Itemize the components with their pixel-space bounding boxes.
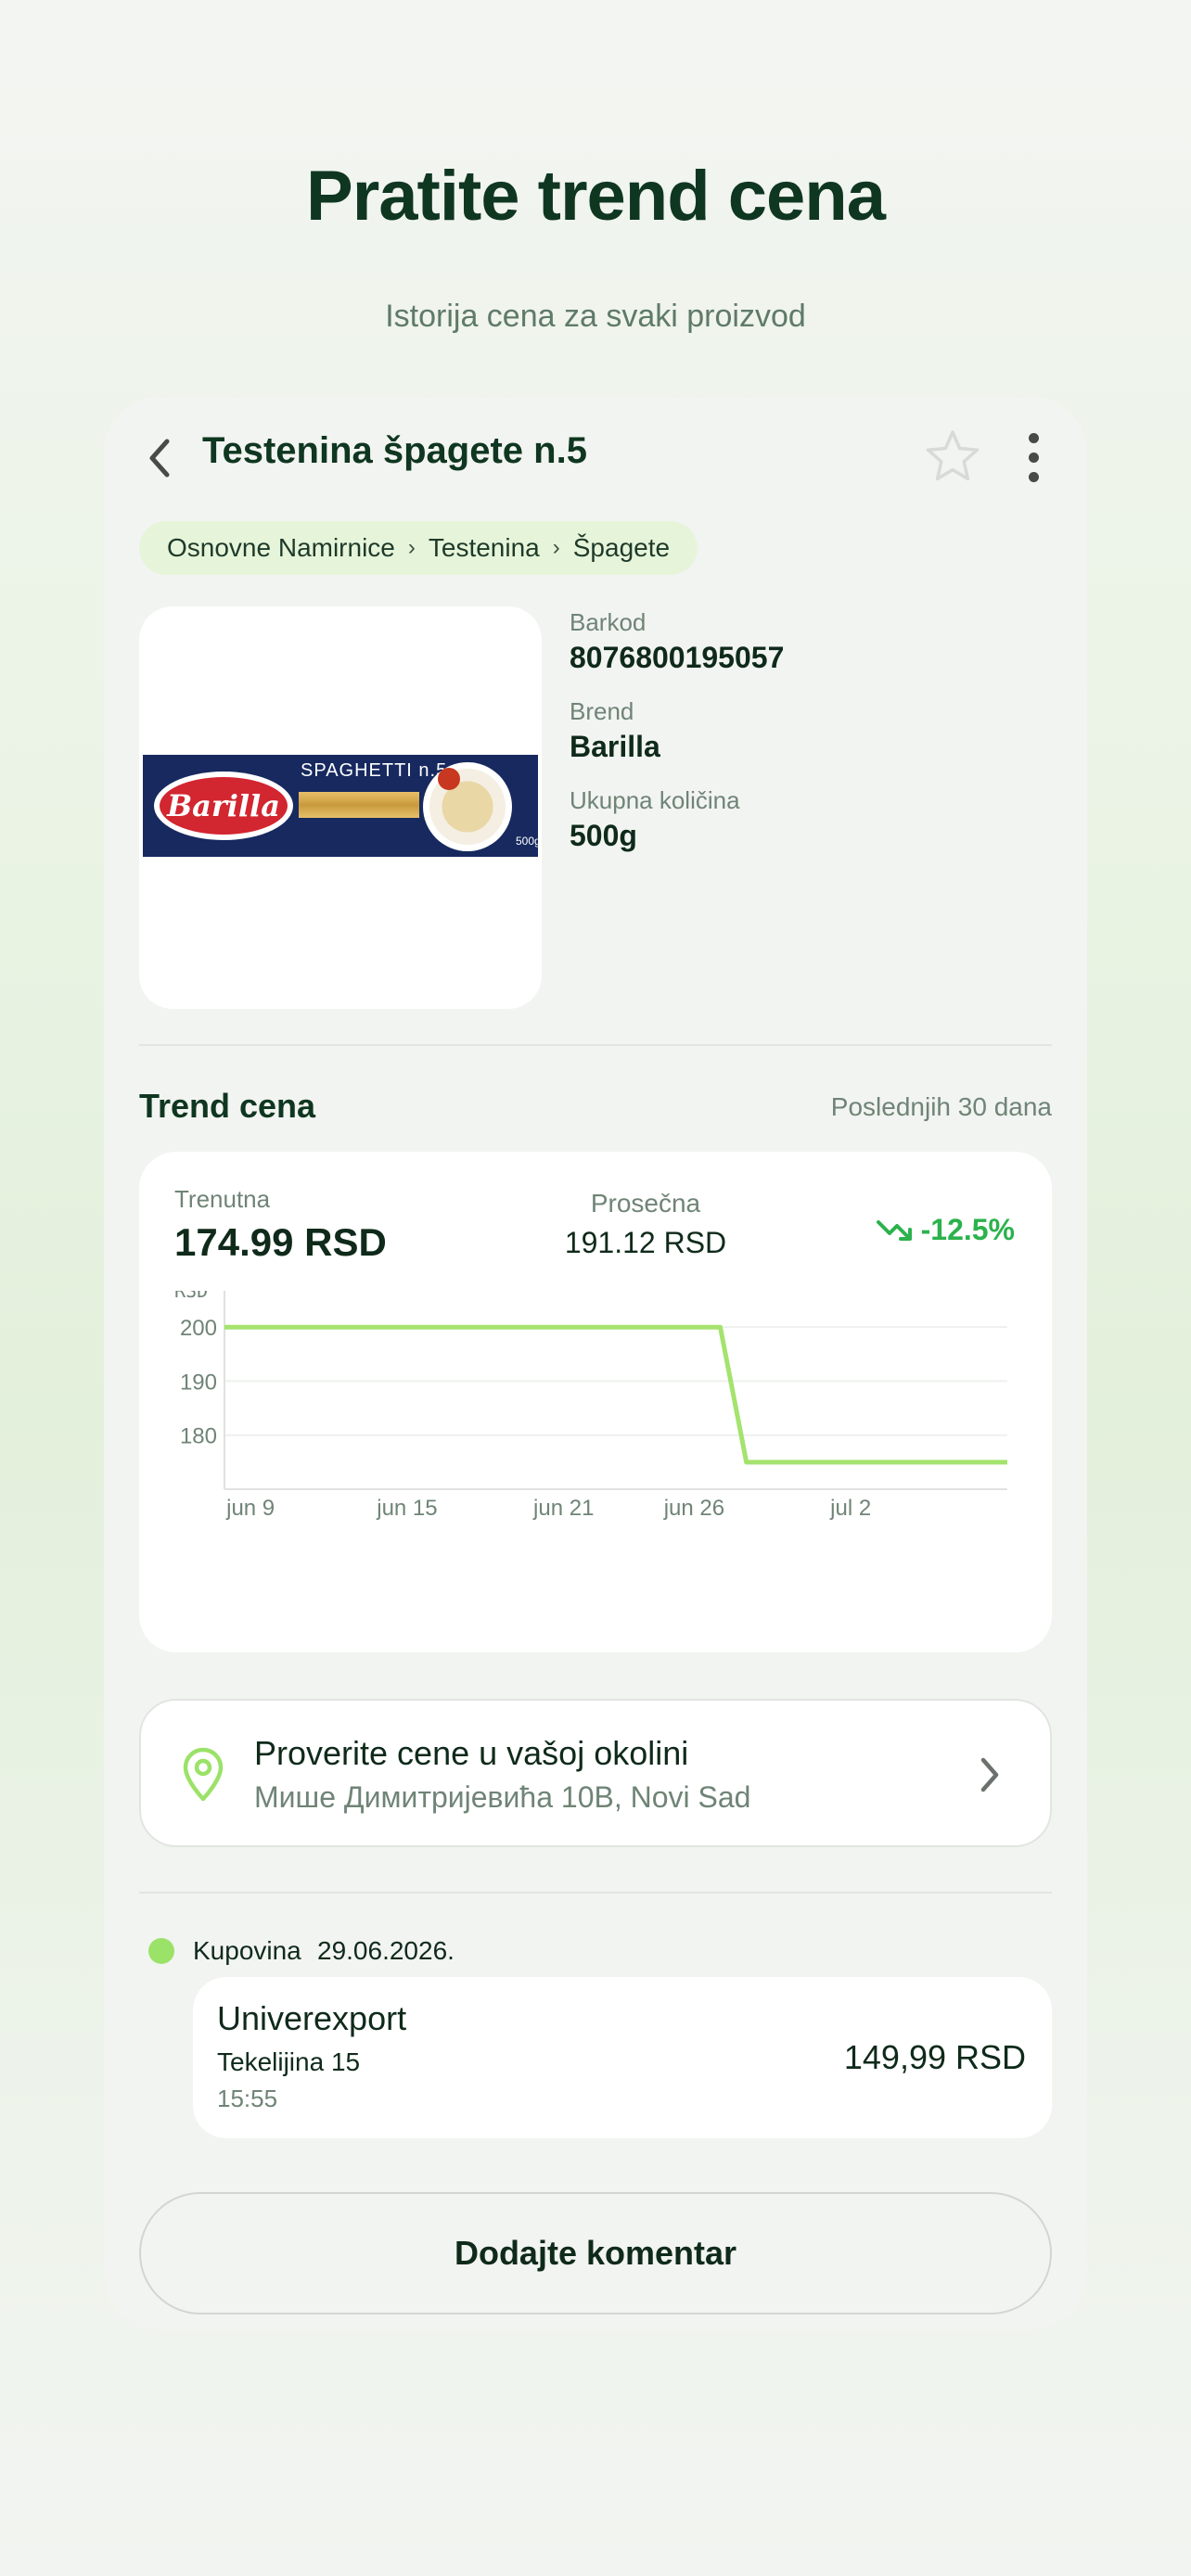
nearby-title: Proverite cene u vašoj okolini	[254, 1734, 689, 1772]
x-tick-label: jul 2	[829, 1496, 871, 1521]
quantity-label: Ukupna količina	[570, 786, 740, 814]
brand-logo: Barilla	[154, 772, 293, 840]
y-axis-label: RSD	[174, 1291, 208, 1302]
breadcrumb: Osnovne Namirnice › Testenina › Špagete	[139, 521, 698, 575]
pasta-plate-image	[423, 762, 512, 851]
price-line-chart: RSD 180 190 200 jun 9 jun 15 jun 21 jun 26 jul 2	[174, 1291, 1007, 1521]
y-tick-label: 180	[180, 1424, 217, 1449]
current-price-value: 174.99 RSD	[174, 1220, 387, 1264]
package-size: 500g	[516, 835, 541, 848]
map-pin-icon	[183, 1747, 224, 1802]
history-type: Kupovina	[193, 1936, 301, 1965]
price-chart-card: Trenutna 174.99 RSD Prosečna 191.12 RSD …	[139, 1152, 1052, 1652]
x-tick-label: jun 9	[225, 1496, 275, 1521]
divider	[139, 1044, 1052, 1046]
product-image[interactable]: Barilla SPAGHETTI n.5 500g	[139, 606, 542, 1009]
hero-title: Pratite trend cena	[306, 157, 886, 236]
store-name: Univerexport	[217, 1999, 407, 2037]
app-screen: Pratite trend cena Istorija cena za svak…	[0, 0, 1191, 2576]
star-icon	[926, 430, 980, 481]
price-change: -12.5%	[876, 1213, 1015, 1247]
more-options-button[interactable]	[1022, 428, 1044, 488]
purchase-price: 149,99 RSD	[843, 2038, 1026, 2076]
chevron-left-icon	[149, 439, 170, 478]
store-address: Tekelijina 15	[217, 2047, 361, 2076]
package-label: SPAGHETTI n.5	[301, 760, 448, 781]
breadcrumb-item[interactable]: Špagete	[573, 533, 670, 563]
brand-label: Brend	[570, 697, 634, 725]
average-price-value: 191.12 RSD	[564, 1226, 727, 1259]
more-vertical-icon	[1028, 433, 1039, 443]
chevron-right-icon	[980, 1757, 999, 1792]
brand-value: Barilla	[570, 730, 660, 763]
spaghetti-strands	[299, 792, 419, 818]
favorite-button[interactable]	[922, 427, 983, 488]
nearby-address: Мише Димитријевића 10В, Novi Sad	[254, 1780, 751, 1814]
breadcrumb-item[interactable]: Osnovne Namirnice	[167, 533, 395, 563]
product-details: Barkod 8076800195057 Brend Barilla Ukupn…	[570, 608, 1052, 875]
breadcrumb-separator: ›	[552, 535, 560, 560]
tomato-image	[438, 768, 460, 790]
average-price-label: Prosečna	[590, 1189, 701, 1218]
x-tick-label: jun 21	[532, 1496, 594, 1521]
back-button[interactable]	[137, 432, 184, 484]
y-tick-label: 200	[180, 1316, 217, 1341]
product-header: Testenina špagete n.5	[104, 397, 1087, 508]
product-title: Testenina špagete n.5	[202, 430, 587, 471]
trend-range[interactable]: Poslednjih 30 dana	[831, 1092, 1052, 1122]
trending-down-icon	[876, 1219, 912, 1241]
divider	[139, 1892, 1052, 1894]
x-tick-label: jun 15	[376, 1496, 437, 1521]
purchase-time: 15:55	[217, 2085, 278, 2112]
price-line	[224, 1324, 1007, 1465]
history-dot	[148, 1938, 174, 1964]
breadcrumb-item[interactable]: Testenina	[429, 533, 540, 563]
hero-subtitle: Istorija cena za svaki proizvod	[385, 299, 806, 334]
current-price-label: Trenutna	[174, 1185, 271, 1213]
barcode-value: 8076800195057	[570, 641, 785, 674]
breadcrumb-separator: ›	[407, 535, 416, 560]
barcode-label: Barkod	[570, 608, 647, 636]
price-change-value: -12.5%	[920, 1213, 1015, 1246]
history-date: 29.06.2026.	[317, 1936, 455, 1965]
y-tick-label: 190	[180, 1370, 217, 1395]
quantity-value: 500g	[570, 819, 637, 852]
trend-title: Trend cena	[139, 1087, 316, 1125]
nearby-prices-button[interactable]: Proverite cene u vašoj okolini Мише Дими…	[139, 1699, 1052, 1847]
product-card: Testenina špagete n.5 Osnovne Namirnice …	[104, 397, 1087, 2329]
add-comment-button[interactable]: Dodajte komentar	[139, 2192, 1052, 2315]
purchase-entry[interactable]: Univerexport Tekelijina 15 15:55 149,99 …	[193, 1977, 1052, 2138]
x-tick-label: jun 26	[663, 1496, 724, 1521]
pasta-package-image: Barilla SPAGHETTI n.5 500g	[143, 755, 541, 857]
